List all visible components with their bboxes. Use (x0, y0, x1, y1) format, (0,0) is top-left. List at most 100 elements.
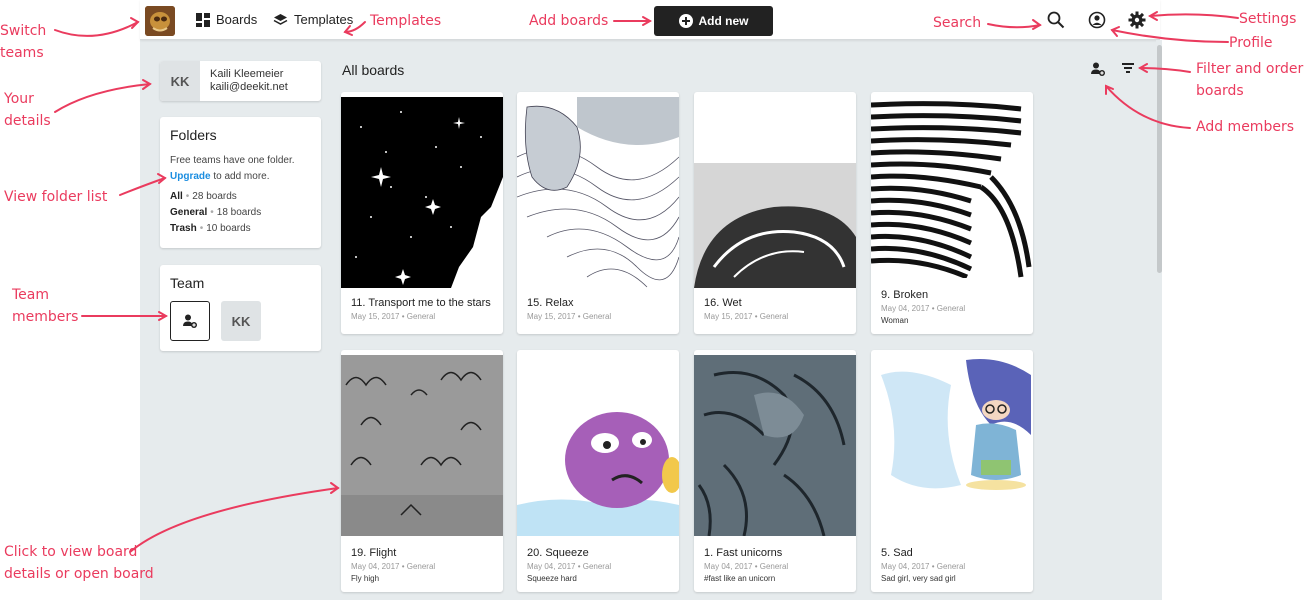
settings-button[interactable] (1127, 10, 1147, 30)
annotation-view-folder-list: View folder list (4, 189, 108, 205)
add-members-button[interactable] (1088, 59, 1108, 79)
board-date: May 04, 2017 (704, 562, 753, 571)
board-description: Sad girl, very sad girl (881, 574, 956, 583)
folder-count: 10 boards (206, 223, 251, 234)
team-title: Team (170, 275, 205, 291)
board-card[interactable]: 9. Broken May 04, 2017 • General Woman (871, 92, 1033, 334)
board-folder: General (406, 562, 436, 571)
user-details-card[interactable]: KK Kaili Kleemeier kaili@deekit.net (160, 61, 321, 101)
folder-count: 28 boards (192, 191, 237, 202)
gear-icon (1128, 11, 1146, 29)
search-button[interactable] (1046, 10, 1066, 30)
board-folder: General (582, 562, 612, 571)
board-title: 1. Fast unicorns (704, 547, 783, 559)
board-card[interactable]: 11. Transport me to the stars May 15, 20… (341, 92, 503, 334)
board-title: 20. Squeeze (527, 547, 589, 559)
folder-count: 18 boards (216, 207, 262, 218)
plus-circle-icon (678, 14, 693, 28)
board-card[interactable]: 16. Wet May 15, 2017 • General (694, 92, 856, 334)
board-date: May 15, 2017 (527, 312, 576, 321)
nav-templates[interactable]: Templates (273, 12, 353, 27)
annotation-click-board: Click to view board details or open boar… (4, 544, 154, 582)
board-folder: General (936, 304, 966, 313)
board-thumbnail (341, 355, 503, 536)
annotation-settings: Settings (1239, 11, 1297, 27)
upgrade-link[interactable]: Upgrade (170, 171, 211, 182)
page-title: All boards (342, 62, 405, 78)
annotation-profile: Profile (1229, 35, 1273, 51)
board-thumbnail (694, 97, 856, 288)
folder-item-all[interactable]: All • 28 boards (170, 189, 311, 205)
board-date: May 15, 2017 (351, 312, 400, 321)
board-date: May 04, 2017 (881, 304, 930, 313)
nav-templates-label: Templates (294, 12, 354, 27)
team-switcher-avatar[interactable] (145, 6, 175, 36)
filter-order-button[interactable] (1118, 58, 1138, 78)
annotation-switch-teams: Switch teams (0, 23, 47, 61)
board-folder: General (936, 562, 966, 571)
board-card[interactable]: 19. Flight May 04, 2017 • General Fly hi… (341, 350, 503, 592)
add-user-icon (1091, 62, 1105, 76)
folders-note: Free teams have one folder. (170, 155, 295, 166)
annotation-team-members: Team members (12, 287, 79, 325)
board-thumbnail (871, 97, 1033, 278)
profile-button[interactable] (1087, 10, 1107, 30)
annotation-search: Search (933, 15, 982, 31)
folders-title: Folders (170, 127, 217, 143)
board-folder: General (582, 312, 612, 321)
board-title: 15. Relax (527, 297, 574, 309)
folder-item-trash[interactable]: Trash • 10 boards (170, 221, 311, 237)
board-title: 5. Sad (881, 547, 913, 559)
board-thumbnail (517, 97, 679, 288)
team-panel: Team KK (160, 265, 321, 351)
folder-name: Trash (170, 223, 197, 234)
team-member-avatar[interactable]: KK (221, 301, 261, 341)
user-name: Kaili Kleemeier (210, 68, 284, 80)
board-date: May 04, 2017 (527, 562, 576, 571)
add-new-label: Add new (698, 14, 749, 28)
board-title: 19. Flight (351, 547, 397, 559)
nav-boards-label: Boards (216, 12, 258, 27)
board-folder: General (406, 312, 436, 321)
board-folder: General (759, 312, 789, 321)
board-title: 11. Transport me to the stars (351, 297, 491, 309)
board-title: 16. Wet (704, 297, 742, 309)
layers-icon (273, 13, 288, 25)
board-thumbnail (871, 355, 1033, 536)
folders-panel: Folders Free teams have one folder. Upgr… (160, 117, 321, 248)
board-date: May 15, 2017 (704, 312, 753, 321)
board-card[interactable]: 5. Sad May 04, 2017 • General Sad girl, … (871, 350, 1033, 592)
board-description: Woman (881, 316, 909, 325)
nav-boards[interactable]: Boards (196, 12, 257, 27)
board-title: 9. Broken (881, 289, 929, 301)
annotation-add-members: Add members (1196, 119, 1294, 135)
annotation-add-boards: Add boards (529, 13, 609, 29)
folder-item-general[interactable]: General • 18 boards (170, 205, 311, 221)
annotation-filter-order: Filter and order boards (1196, 61, 1304, 99)
grid-icon (196, 12, 210, 27)
board-description: #fast like an unicorn (704, 574, 776, 583)
filter-icon (1122, 63, 1134, 73)
annotation-your-details: Your details (4, 91, 51, 129)
add-user-icon (183, 314, 197, 328)
user-email: kaili@deekit.net (210, 81, 288, 93)
board-date: May 04, 2017 (351, 562, 400, 571)
add-new-button[interactable]: Add new (654, 6, 773, 36)
add-team-member-button[interactable] (170, 301, 210, 341)
user-avatar: KK (160, 61, 200, 101)
search-icon (1047, 11, 1065, 29)
board-card[interactable]: 1. Fast unicorns May 04, 2017 • General … (694, 350, 856, 592)
board-folder: General (759, 562, 789, 571)
board-date: May 04, 2017 (881, 562, 930, 571)
board-thumbnail (341, 97, 503, 288)
board-card[interactable]: 20. Squeeze May 04, 2017 • General Squee… (517, 350, 679, 592)
board-thumbnail (517, 355, 679, 536)
annotation-templates: Templates (370, 13, 442, 29)
folder-name: All (170, 191, 183, 202)
upgrade-rest: to add more. (213, 171, 270, 182)
board-card[interactable]: 15. Relax May 15, 2017 • General (517, 92, 679, 334)
board-description: Fly high (351, 574, 380, 583)
user-circle-icon (1088, 11, 1106, 29)
scrollbar-thumb[interactable] (1157, 45, 1162, 273)
board-description: Squeeze hard (527, 574, 577, 583)
